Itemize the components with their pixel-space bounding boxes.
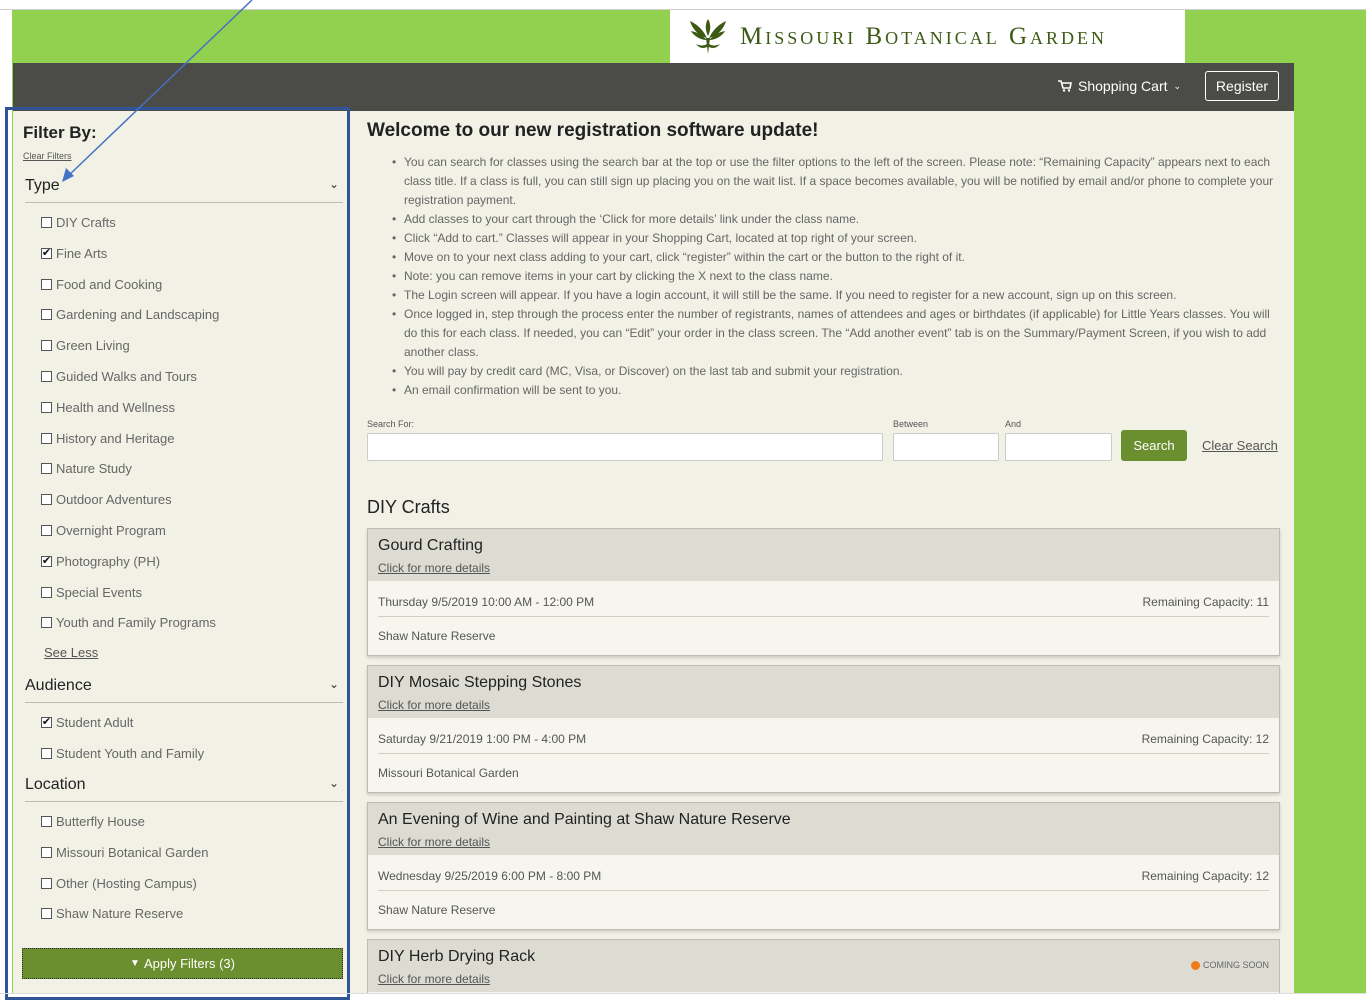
event-card: DIY Mosaic Stepping Stones Click for mor…	[367, 665, 1280, 793]
garden-logo-icon	[690, 18, 726, 54]
more-details-link[interactable]: Click for more details	[378, 835, 490, 849]
search-for-label: Search For:	[367, 419, 415, 429]
cart-label: Shopping Cart	[1078, 78, 1168, 94]
remaining-capacity: Remaining Capacity: 12	[1141, 869, 1269, 883]
event-date: Wednesday 9/25/2019 6:00 PM - 8:00 PM	[378, 869, 602, 883]
instructions-list: You can search for classes using the sea…	[392, 153, 1282, 400]
event-title: DIY Herb Drying Rack	[378, 948, 536, 965]
coming-soon-label: COMING SOON	[1202, 960, 1269, 970]
event-card-header: Gourd Crafting Click for more details	[368, 529, 1279, 581]
cart-icon	[1058, 80, 1072, 92]
search-input[interactable]	[367, 433, 883, 461]
chevron-down-icon: ⌄	[1173, 80, 1182, 91]
logo-text: Missouri Botanical Garden	[740, 22, 1108, 50]
search-button[interactable]: Search	[1121, 430, 1187, 461]
instruction-item: Add classes to your cart through the ‘Cl…	[392, 210, 1282, 229]
coming-soon-badge: COMING SOON	[1190, 960, 1269, 970]
more-details-link[interactable]: Click for more details	[378, 698, 490, 712]
event-title: An Evening of Wine and Painting at Shaw …	[378, 811, 791, 828]
event-card: DIY Herb Drying Rack Click for more deta…	[367, 939, 1280, 994]
event-card-header: DIY Mosaic Stepping Stones Click for mor…	[368, 666, 1279, 718]
instruction-item: You can search for classes using the sea…	[392, 153, 1282, 210]
divider	[378, 890, 1269, 891]
between-label: Between	[893, 419, 929, 429]
remaining-capacity: Remaining Capacity: 11	[1142, 595, 1269, 609]
between-date-input[interactable]	[893, 433, 999, 461]
instruction-item: An email confirmation will be sent to yo…	[392, 381, 1282, 400]
event-card-header: DIY Herb Drying Rack Click for more deta…	[368, 940, 1279, 992]
divider	[378, 616, 1269, 617]
event-title: Gourd Crafting	[378, 537, 483, 554]
instruction-item: You will pay by credit card (MC, Visa, o…	[392, 362, 1282, 381]
event-card: Gourd Crafting Click for more details Th…	[367, 528, 1280, 656]
event-location: Missouri Botanical Garden	[378, 766, 519, 780]
instruction-item: Move on to your next class adding to you…	[392, 248, 1282, 267]
and-label: And	[1005, 419, 1022, 429]
more-details-link[interactable]: Click for more details	[378, 972, 490, 986]
category-heading: DIY Crafts	[367, 497, 450, 517]
register-button[interactable]: Register	[1205, 71, 1279, 101]
event-title: DIY Mosaic Stepping Stones	[378, 674, 582, 691]
status-dot-icon	[1190, 960, 1200, 970]
instruction-item: Note: you can remove items in your cart …	[392, 267, 1282, 286]
site-logo[interactable]: Missouri Botanical Garden	[670, 10, 1185, 63]
event-card: An Evening of Wine and Painting at Shaw …	[367, 802, 1280, 930]
event-card-header: An Evening of Wine and Painting at Shaw …	[368, 803, 1279, 855]
instruction-item: Once logged in, step through the process…	[392, 305, 1282, 362]
shopping-cart-menu[interactable]: Shopping Cart ⌄	[1058, 78, 1181, 94]
instruction-item: The Login screen will appear. If you hav…	[392, 286, 1282, 305]
event-date: Thursday 9/5/2019 10:00 AM - 12:00 PM	[378, 595, 595, 609]
event-location: Shaw Nature Reserve	[378, 903, 496, 917]
event-location: Shaw Nature Reserve	[378, 629, 496, 643]
annotation-highlight-box	[5, 107, 350, 1000]
instruction-item: Click “Add to cart.” Classes will appear…	[392, 229, 1282, 248]
remaining-capacity: Remaining Capacity: 12	[1141, 732, 1269, 746]
more-details-link[interactable]: Click for more details	[378, 561, 490, 575]
divider	[378, 753, 1269, 754]
clear-search-link[interactable]: Clear Search	[1202, 438, 1278, 453]
and-date-input[interactable]	[1005, 433, 1112, 461]
event-date: Saturday 9/21/2019 1:00 PM - 4:00 PM	[378, 732, 587, 746]
welcome-title: Welcome to our new registration software…	[367, 120, 819, 141]
